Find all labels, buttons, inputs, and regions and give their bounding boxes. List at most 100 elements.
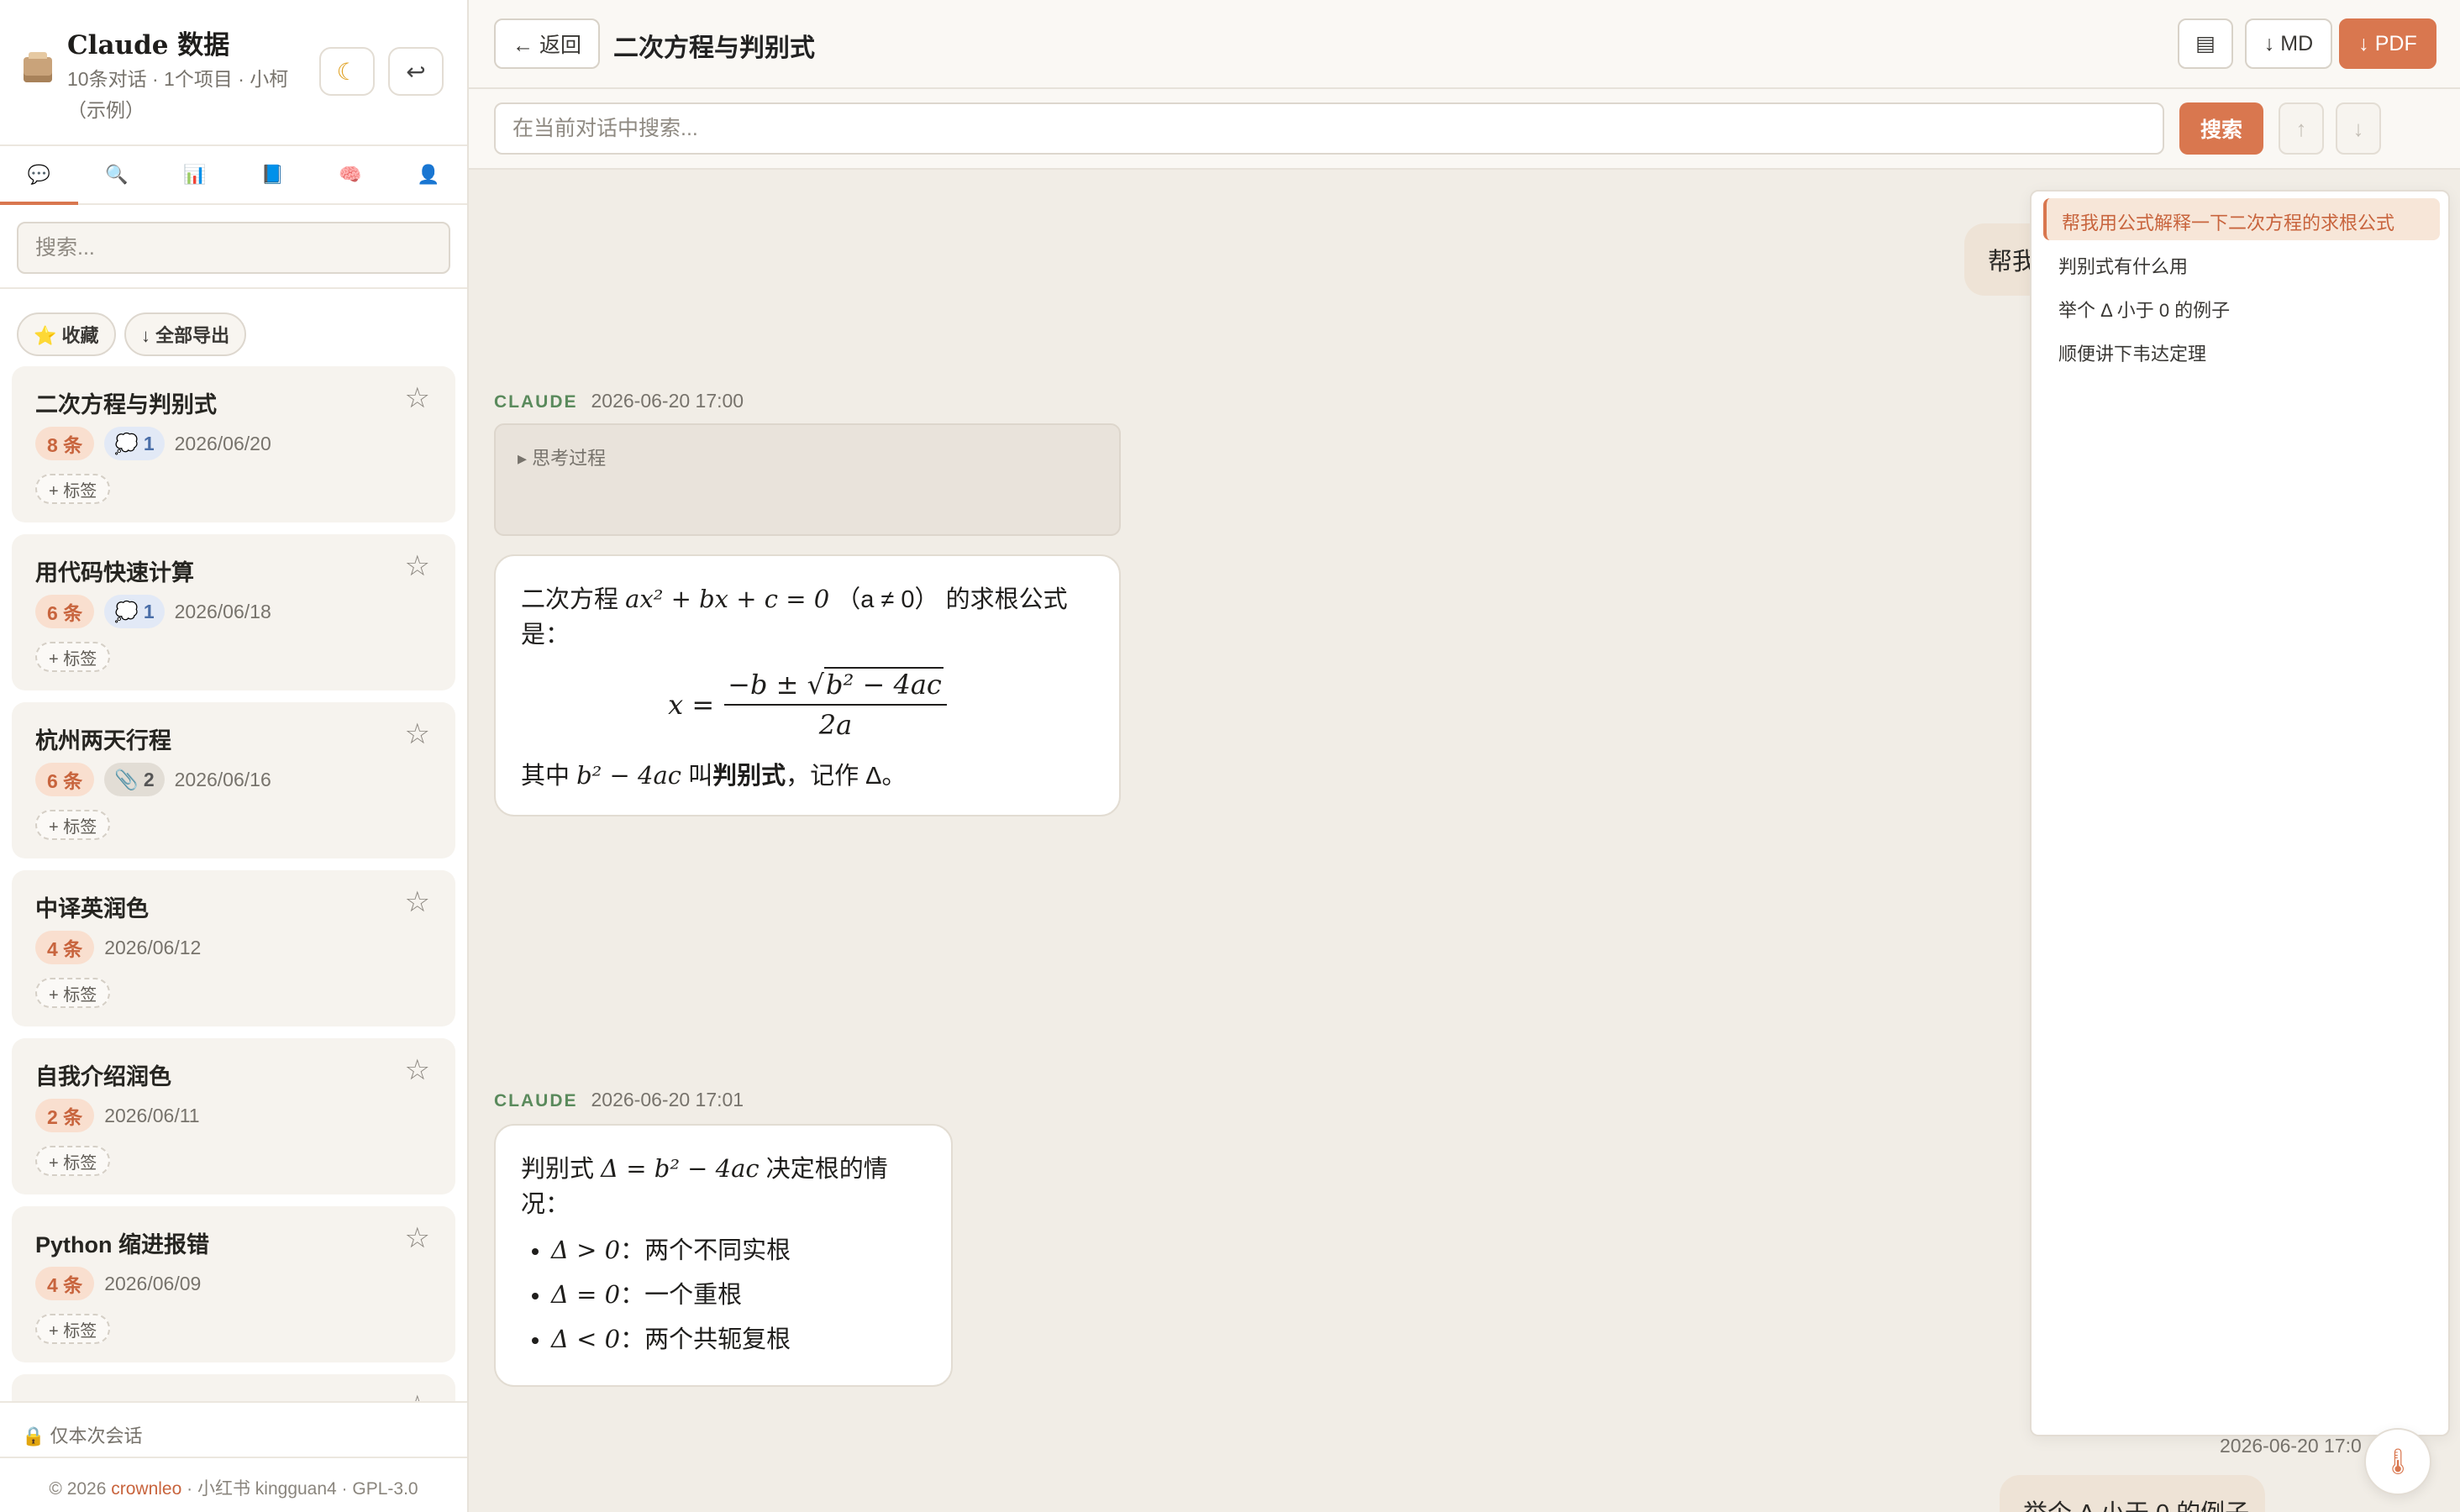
- exit-button[interactable]: ↩: [388, 47, 444, 96]
- document-icon: ▤: [2195, 32, 2216, 55]
- thinking-badge: 💭 1: [104, 595, 165, 628]
- export-pdf-button[interactable]: ↓ PDF: [2339, 18, 2436, 69]
- sidebar-search-input[interactable]: [17, 222, 450, 274]
- scroll-bottom-button[interactable]: 🌡: [2364, 1428, 2431, 1495]
- tab-profile[interactable]: 👤: [389, 146, 467, 203]
- conversation-title: Python 缩进报错: [35, 1232, 209, 1257]
- outline-item[interactable]: 帮我用公式解释一下二次方程的求根公式: [2043, 198, 2440, 240]
- outline-item[interactable]: 顺便讲下韦达定理: [2043, 329, 2440, 371]
- next-result-button[interactable]: ↓: [2336, 102, 2381, 155]
- message-meta: CLAUDE 2026-06-20 17:00: [494, 390, 744, 412]
- star-icon[interactable]: ☆: [405, 1221, 430, 1255]
- conversation-card[interactable]: Python 缩进报错 ☆ 4 条 2026/06/09 + 标签: [12, 1206, 455, 1362]
- conversation-card[interactable]: 自我介绍润色 ☆ 2 条 2026/06/11 + 标签: [12, 1038, 455, 1194]
- list-item: Δ = 0：一个重根: [551, 1273, 926, 1317]
- outline-item[interactable]: 举个 Δ 小于 0 的例子: [2043, 286, 2440, 328]
- formula-lhs: x =: [668, 689, 715, 721]
- conversation-search-input[interactable]: [494, 102, 2164, 155]
- star-icon[interactable]: ☆: [405, 381, 430, 415]
- star-icon[interactable]: ☆: [405, 549, 430, 583]
- conversation-title: 用代码快速计算: [35, 560, 194, 585]
- message-meta: CLAUDE 2026-06-20 17:01: [494, 1089, 744, 1111]
- sender-name: CLAUDE: [494, 392, 578, 412]
- outline-toggle-button[interactable]: ▤: [2178, 18, 2233, 69]
- add-tag-button[interactable]: + 标签: [35, 1146, 111, 1176]
- conversation-date: 2026/06/16: [174, 768, 271, 790]
- thinking-badge: 💭 1: [104, 427, 165, 460]
- conversation-card[interactable]: ☆: [12, 1374, 455, 1401]
- star-icon[interactable]: ☆: [405, 885, 430, 919]
- add-tag-button[interactable]: + 标签: [35, 1314, 111, 1344]
- conversation-search-bar: 搜索 ↑ ↓: [469, 89, 2460, 170]
- conversation-date: 2026/06/11: [104, 1104, 200, 1126]
- message-time: 2026-06-20 17:01: [591, 1089, 744, 1110]
- conversation-title: 二次方程与判别式: [35, 392, 217, 417]
- add-tag-button[interactable]: + 标签: [35, 978, 111, 1008]
- text: 其中: [521, 763, 570, 790]
- tab-conversations[interactable]: 💬: [0, 146, 78, 205]
- star-icon[interactable]: ☆: [405, 1053, 430, 1087]
- tab-projects[interactable]: 📘: [234, 146, 312, 203]
- theme-toggle-button[interactable]: ☾: [319, 47, 375, 96]
- conversation-card[interactable]: 杭州两天行程 ☆ 6 条 📎 2 2026/06/16 + 标签: [12, 702, 455, 858]
- conversation-meta: 6 条 💭 1 2026/06/18: [35, 595, 271, 628]
- tab-memory[interactable]: 🧠: [312, 146, 390, 203]
- conversation-meta: 2 条 2026/06/11: [35, 1099, 200, 1132]
- thinking-count: 1: [143, 432, 155, 454]
- footer-copyright: © 2026: [49, 1479, 112, 1499]
- brain-icon: 🧠: [339, 164, 362, 185]
- conversation-date: 2026/06/20: [174, 432, 271, 454]
- conversation-list: 二次方程与判别式 ☆ 8 条 💭 1 2026/06/20 + 标签 用代码快速计…: [12, 366, 455, 1401]
- outline-item[interactable]: 判别式有什么用: [2043, 242, 2440, 284]
- text: ：两个共轭复根: [620, 1326, 791, 1353]
- box-icon: [24, 52, 52, 82]
- thinking-block[interactable]: ▸ 思考过程: [494, 423, 1121, 536]
- conversation-card[interactable]: 二次方程与判别式 ☆ 8 条 💭 1 2026/06/20 + 标签: [12, 366, 455, 522]
- author-link[interactable]: crownleo: [111, 1479, 181, 1499]
- text: ：一个重根: [620, 1282, 743, 1309]
- top-bar: ← 返回 二次方程与判别式 ▤ ↓ MD ↓ PDF: [469, 0, 2460, 89]
- fraction: −b ± √b² − 4ac 2a: [724, 667, 947, 741]
- message-time: 2026-06-20 17:00: [591, 390, 744, 412]
- message-count-badge: 6 条: [35, 763, 95, 796]
- message-count-badge: 4 条: [35, 931, 95, 964]
- conversation-meta: 4 条 2026/06/12: [35, 931, 201, 964]
- conversation-title: 中译英润色: [35, 896, 149, 921]
- footer-credits: · 小红书 kingguan4 · GPL-3.0: [181, 1479, 418, 1499]
- add-tag-button[interactable]: + 标签: [35, 642, 111, 672]
- conversation-card[interactable]: 用代码快速计算 ☆ 6 条 💭 1 2026/06/18 + 标签: [12, 534, 455, 690]
- attachment-count: 2: [143, 768, 155, 790]
- conversation-date: 2026/06/12: [104, 936, 202, 958]
- favorites-button[interactable]: ⭐ 收藏: [17, 312, 116, 356]
- math-inline: b² − 4ac: [576, 761, 681, 790]
- add-tag-button[interactable]: + 标签: [35, 810, 111, 840]
- tab-stats[interactable]: 📊: [155, 146, 234, 203]
- book-icon: 📘: [260, 164, 285, 185]
- paperclip-icon: 📎: [114, 768, 139, 790]
- message-count-badge: 8 条: [35, 427, 95, 460]
- export-all-button[interactable]: ↓ 全部导出: [124, 312, 247, 356]
- search-button[interactable]: 搜索: [2179, 102, 2263, 155]
- star-icon[interactable]: ☆: [405, 1389, 430, 1401]
- back-button[interactable]: ← 返回: [494, 18, 600, 69]
- text: 二次方程: [521, 586, 619, 613]
- prev-result-button[interactable]: ↑: [2279, 102, 2324, 155]
- footer: © 2026 crownleo · 小红书 kingguan4 · GPL-3.…: [0, 1457, 467, 1512]
- conversation-meta: 4 条 2026/06/09: [35, 1267, 201, 1300]
- export-md-button[interactable]: ↓ MD: [2245, 18, 2332, 69]
- numerator-prefix: −b ± √: [728, 669, 825, 701]
- text: （a ≠ 0）: [836, 586, 939, 613]
- thought-bubble-icon: 💭: [114, 600, 139, 622]
- star-icon[interactable]: ☆: [405, 717, 430, 751]
- add-tag-button[interactable]: + 标签: [35, 474, 111, 504]
- message-time: 2026-06-20 17:0: [2220, 1435, 2362, 1457]
- denominator: 2a: [818, 709, 853, 741]
- text: 叫: [688, 763, 713, 790]
- thinking-toggle[interactable]: ▸ 思考过程: [518, 444, 606, 470]
- sidebar: Claude 数据 10条对话 · 1个项目 · 小柯（示例） ☾ ↩ 💬 🔍 …: [0, 0, 469, 1512]
- tab-search[interactable]: 🔍: [78, 146, 156, 203]
- conversation-card[interactable]: 中译英润色 ☆ 4 条 2026/06/12 + 标签: [12, 870, 455, 1026]
- conversation-title: 杭州两天行程: [35, 728, 171, 753]
- search-icon: 🔍: [105, 164, 129, 185]
- return-icon: ↩: [406, 58, 426, 85]
